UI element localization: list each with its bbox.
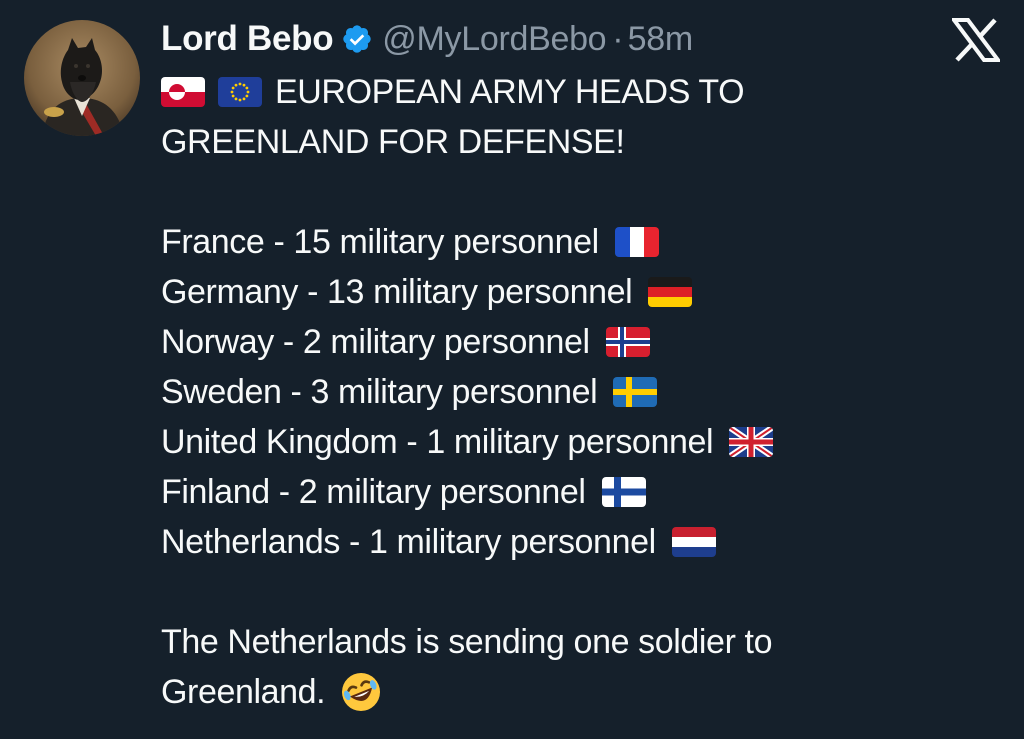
list-item: Finland - 2 military personnel	[161, 467, 1001, 517]
greenland-flag-icon	[161, 77, 205, 107]
post-body: EUROPEAN ARMY HEADS TO GREENLAND FOR DEF…	[161, 67, 1001, 717]
headline-text-line-2: GREENLAND FOR DEFENSE!	[161, 123, 625, 161]
author-display-name[interactable]: Lord Bebo	[161, 19, 334, 59]
list-item: Netherlands - 1 military personnel	[161, 517, 1001, 567]
france-flag-icon	[614, 227, 659, 257]
country-line-text: Sweden - 3 military personnel	[161, 373, 598, 411]
list-item: France - 15 military personnel	[161, 217, 1001, 267]
country-line-text: France - 15 military personnel	[161, 223, 599, 261]
country-line-text: Netherlands - 1 military personnel	[161, 523, 656, 561]
country-line-text: United Kingdom - 1 military personnel	[161, 423, 714, 461]
avatar[interactable]	[24, 20, 140, 136]
dog-in-suit-portrait-avatar-icon	[24, 20, 140, 136]
rolling-on-floor-laughing-emoji-icon	[339, 670, 383, 714]
netherlands-flag-icon	[671, 527, 716, 557]
sweden-flag-icon	[613, 377, 658, 407]
norway-flag-icon	[605, 327, 650, 357]
closing-line: The Netherlands is sending one soldier t…	[161, 617, 1001, 667]
list-item: Norway - 2 military personnel	[161, 317, 1001, 367]
list-item: United Kingdom - 1 military personnel	[161, 417, 1001, 467]
headline-line: GREENLAND FOR DEFENSE!	[161, 117, 1001, 167]
x-logo-icon[interactable]	[952, 18, 1000, 62]
list-item: Germany - 13 military personnel	[161, 267, 1001, 317]
post-timestamp[interactable]: 58m	[628, 20, 694, 59]
finland-flag-icon	[601, 477, 646, 507]
country-line-text: Germany - 13 military personnel	[161, 273, 633, 311]
headline-text-line-1: EUROPEAN ARMY HEADS TO	[275, 73, 745, 111]
germany-flag-icon	[648, 277, 693, 307]
country-line-text: Finland - 2 military personnel	[161, 473, 586, 511]
headline-line: EUROPEAN ARMY HEADS TO	[161, 67, 1001, 117]
uk-flag-icon	[729, 427, 774, 457]
country-line-text: Norway - 2 military personnel	[161, 323, 590, 361]
list-item: Sweden - 3 military personnel	[161, 367, 1001, 417]
author-handle[interactable]: @MyLordBebo	[382, 20, 606, 59]
closing-text-line-1: The Netherlands is sending one soldier t…	[161, 623, 773, 661]
verified-badge-icon	[341, 23, 373, 55]
eu-flag-icon	[218, 77, 262, 107]
post-header: Lord Bebo @MyLordBebo · 58m	[161, 16, 693, 62]
closing-text-line-2: Greenland.	[161, 673, 326, 711]
closing-line: Greenland.	[161, 667, 1001, 717]
separator-dot: ·	[612, 19, 624, 58]
